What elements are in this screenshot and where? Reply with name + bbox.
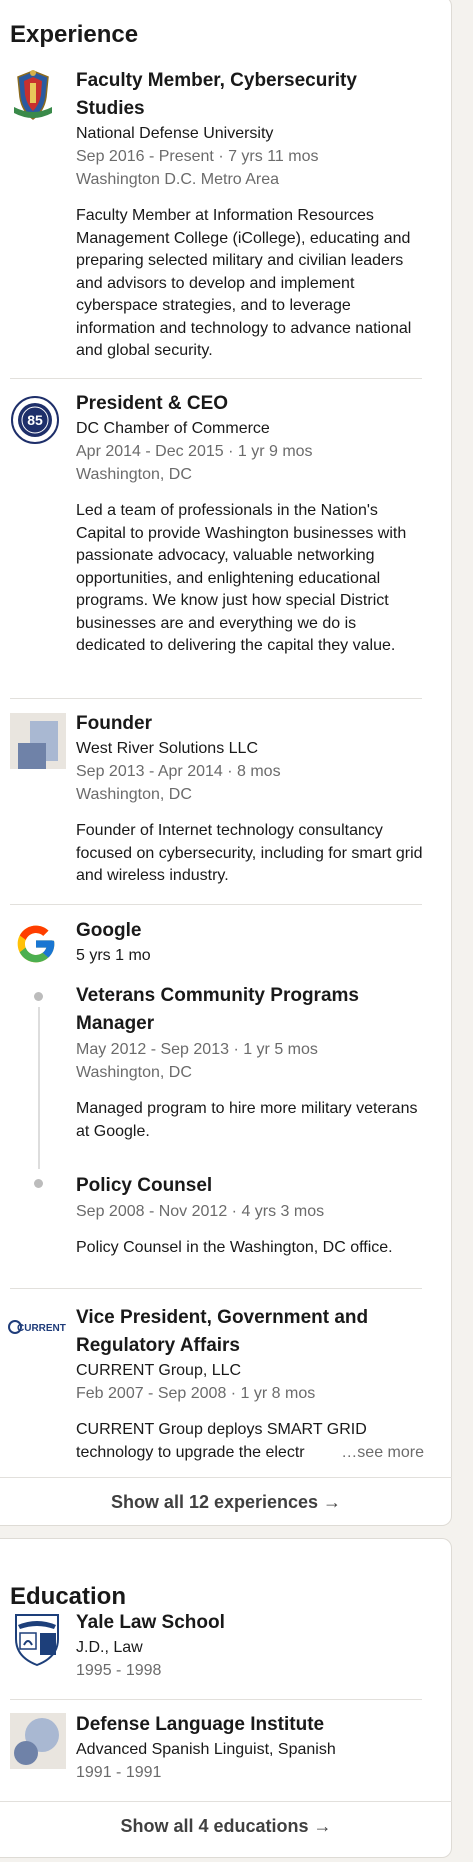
company-name: CURRENT Group, LLC (76, 1362, 242, 1379)
timeline-line (38, 1007, 40, 1169)
divider (10, 904, 422, 905)
education-section: Education Yale Law School J.D., Law 1995… (0, 1538, 452, 1858)
job-dates: Feb 2007 - Sep 2008 · 1 yr 8 mos (76, 1385, 316, 1402)
svg-text:85: 85 (27, 412, 43, 428)
job-dates: Sep 2013 - Apr 2014 · 8 mos (76, 763, 281, 780)
section-title: Education (10, 1583, 127, 1610)
yale-shield-icon[interactable] (10, 1611, 66, 1667)
role-item: Policy Counsel Sep 2008 - Nov 2012 · 4 y… (76, 1172, 426, 1260)
job-description: Managed program to hire more military ve… (76, 1100, 418, 1140)
job-description: Policy Counsel in the Washington, DC off… (76, 1239, 393, 1256)
company-name[interactable]: Google (76, 917, 426, 945)
job-title[interactable]: President & CEO (76, 390, 426, 418)
job-dates: Sep 2008 - Nov 2012 · 4 yrs 3 mos (76, 1203, 325, 1220)
show-all-experiences-button[interactable]: Show all 12 experiences → (0, 1477, 452, 1527)
google-g-icon[interactable] (14, 922, 70, 978)
job-title[interactable]: Founder (76, 710, 426, 738)
experience-section: Experience Faculty Member, Cybersecurity… (0, 0, 452, 1526)
timeline-dot (34, 1179, 43, 1188)
show-all-educations-button[interactable]: Show all 4 educations → (0, 1801, 452, 1851)
job-title[interactable]: Policy Counsel (76, 1172, 426, 1200)
school-placeholder-icon[interactable] (10, 1713, 66, 1769)
job-title[interactable]: Veterans Community Programs Manager (76, 982, 426, 1038)
job-dates: Apr 2014 - Dec 2015 · 1 yr 9 mos (76, 443, 313, 460)
job-location: Washington, DC (76, 466, 192, 483)
job-title[interactable]: Vice President, Government and Regulator… (76, 1304, 426, 1360)
timeline-dot (34, 992, 43, 1001)
job-dates: May 2012 - Sep 2013 · 1 yr 5 mos (76, 1041, 318, 1058)
section-title: Experience (10, 21, 139, 48)
svg-text:CURRENT: CURRENT (17, 1323, 66, 1334)
chamber-seal-icon[interactable]: 85 (10, 395, 66, 451)
job-description: Led a team of professionals in the Natio… (76, 502, 407, 654)
school-name[interactable]: Yale Law School (76, 1609, 426, 1637)
company-placeholder-icon[interactable] (10, 713, 66, 769)
job-location: Washington, DC (76, 1064, 192, 1081)
divider (10, 1699, 422, 1700)
company-name: West River Solutions LLC (76, 740, 258, 757)
education-years: 1995 - 1998 (76, 1662, 162, 1679)
role-item: Veterans Community Programs Manager May … (76, 982, 426, 1143)
job-description: Founder of Internet technology consultan… (76, 822, 423, 884)
job-title[interactable]: Faculty Member, Cybersecurity Studies (76, 67, 426, 123)
company-name: National Defense University (76, 125, 274, 142)
degree: J.D., Law (76, 1639, 143, 1656)
school-name[interactable]: Defense Language Institute (76, 1711, 426, 1739)
job-location: Washington, DC (76, 786, 192, 803)
divider (10, 698, 422, 699)
university-crest-icon[interactable] (10, 67, 66, 123)
company-duration: 5 yrs 1 mo (76, 947, 151, 964)
job-dates: Sep 2016 - Present · 7 yrs 11 mos (76, 148, 319, 165)
current-logo-icon[interactable]: CURRENT (8, 1319, 68, 1339)
degree: Advanced Spanish Linguist, Spanish (76, 1741, 336, 1758)
job-description: CURRENT Group deploys SMART GRID technol… (76, 1419, 426, 1464)
divider (10, 1288, 422, 1289)
job-description: Faculty Member at Information Resources … (76, 207, 412, 359)
job-location: Washington D.C. Metro Area (76, 171, 280, 188)
divider (10, 378, 422, 379)
company-name: DC Chamber of Commerce (76, 420, 270, 437)
see-more-link[interactable]: …see more (341, 1442, 424, 1465)
education-years: 1991 - 1991 (76, 1764, 162, 1781)
